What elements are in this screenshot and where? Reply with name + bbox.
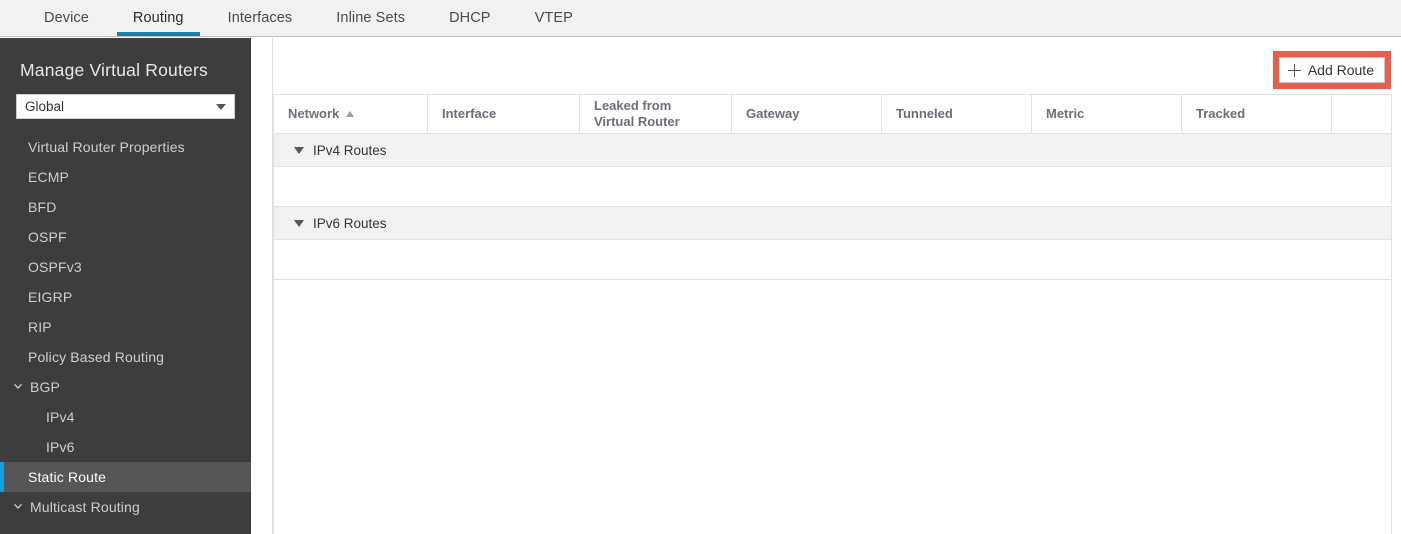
column-header-tunneled[interactable]: Tunneled <box>882 95 1032 133</box>
table-header-row: Network Interface Leaked from Virtual Rout… <box>274 95 1391 134</box>
plus-icon <box>1287 63 1301 77</box>
sidebar-item-label: OSPFv3 <box>28 259 82 275</box>
add-route-button[interactable]: Add Route <box>1278 57 1385 83</box>
sidebar-item-bfd[interactable]: BFD <box>0 192 251 222</box>
virtual-routers-sidebar: Manage Virtual Routers Global Virtual Ro… <box>0 38 251 534</box>
sidebar-item-label: Static Route <box>28 469 107 485</box>
virtual-router-select-wrapper: Global <box>16 94 235 119</box>
sidebar-item-label: RIP <box>28 319 52 335</box>
main-tab-bar: Device Routing Interfaces Inline Sets DHCP VT… <box>0 0 1401 37</box>
tab-label: Inline Sets <box>336 10 406 26</box>
tab-label: Device <box>44 10 89 26</box>
virtual-router-select-value: Global <box>25 99 65 114</box>
group-row-ipv4-routes[interactable]: IPv4 Routes <box>274 134 1391 167</box>
sidebar-item-label: Multicast Routing <box>30 499 140 515</box>
column-header-leaked-from-virtual-router[interactable]: Leaked from Virtual Router <box>580 95 732 133</box>
column-header-actions[interactable] <box>1332 95 1393 133</box>
sidebar-item-label: ECMP <box>28 169 70 185</box>
static-routes-table: Network Interface Leaked from Virtual Rout… <box>273 94 1392 280</box>
sidebar-item-label: Policy Based Routing <box>28 349 165 365</box>
column-header-label: Interface <box>442 105 497 121</box>
column-header-label: Metric <box>1046 105 1085 121</box>
column-header-label: Gateway <box>746 105 800 121</box>
tab-inline-sets[interactable]: Inline Sets <box>314 0 427 36</box>
sidebar-item-ospfv3[interactable]: OSPFv3 <box>0 252 251 282</box>
table-body: IPv4 Routes IPv6 Routes <box>274 134 1391 280</box>
tab-label: Interfaces <box>227 10 293 26</box>
column-header-label: Tunneled <box>896 105 953 121</box>
chevron-down-icon <box>12 380 28 392</box>
table-empty-area <box>273 279 1392 534</box>
tab-label: Routing <box>132 10 184 26</box>
static-route-content: Add Route Network Interface Leaked from Vi… <box>251 38 1401 534</box>
sidebar-item-rip[interactable]: RIP <box>0 312 251 342</box>
column-header-label: Leaked from Virtual Router <box>594 97 680 129</box>
column-header-label: Network <box>288 105 340 121</box>
column-header-network[interactable]: Network <box>274 95 428 133</box>
column-header-interface[interactable]: Interface <box>428 95 580 133</box>
content-toolbar: Add Route <box>1272 51 1391 89</box>
sidebar-item-multicast-routing[interactable]: Multicast Routing <box>0 492 251 522</box>
sort-ascending-icon <box>346 111 355 117</box>
add-route-highlight-callout: Add Route <box>1272 51 1391 89</box>
group-empty-row <box>274 240 1391 280</box>
tab-label: DHCP <box>449 10 491 26</box>
sidebar-title: Manage Virtual Routers <box>20 60 208 80</box>
sidebar-item-label: BFD <box>28 199 57 215</box>
group-row-label: IPv6 Routes <box>313 215 387 231</box>
sidebar-item-ecmp[interactable]: ECMP <box>0 162 251 192</box>
group-empty-row <box>274 167 1391 207</box>
sidebar-item-policy-based-routing[interactable]: Policy Based Routing <box>0 342 251 372</box>
sidebar-item-eigrp[interactable]: EIGRP <box>0 282 251 312</box>
sidebar-item-label: EIGRP <box>28 289 73 305</box>
column-header-metric[interactable]: Metric <box>1032 95 1182 133</box>
device-routing-page: Device Routing Interfaces Inline Sets DHCP VT… <box>0 0 1401 534</box>
column-header-gateway[interactable]: Gateway <box>732 95 882 133</box>
tab-dhcp[interactable]: DHCP <box>427 0 513 36</box>
sidebar-item-label: Virtual Router Properties <box>28 139 185 155</box>
tab-label: VTEP <box>534 10 573 26</box>
group-row-label: IPv4 Routes <box>313 142 387 158</box>
sidebar-item-virtual-router-properties[interactable]: Virtual Router Properties <box>0 132 251 162</box>
tab-device[interactable]: Device <box>22 0 111 36</box>
tab-interfaces[interactable]: Interfaces <box>206 0 315 36</box>
caret-down-icon <box>294 146 304 154</box>
sidebar-item-static-route[interactable]: Static Route <box>0 462 251 492</box>
sidebar-item-ipv6[interactable]: IPv6 <box>0 432 251 462</box>
group-row-ipv6-routes[interactable]: IPv6 Routes <box>274 207 1391 240</box>
sidebar-item-label: OSPF <box>28 229 67 245</box>
caret-down-icon <box>294 219 304 227</box>
add-route-button-label: Add Route <box>1307 62 1374 78</box>
sidebar-item-ipv4[interactable]: IPv4 <box>0 402 251 432</box>
sidebar-item-ospf[interactable]: OSPF <box>0 222 251 252</box>
sidebar-item-label: BGP <box>30 379 61 395</box>
tab-routing[interactable]: Routing <box>111 0 206 36</box>
sidebar-item-label: IPv6 <box>46 439 75 455</box>
sidebar-item-label: IPv4 <box>46 409 75 425</box>
virtual-router-select[interactable]: Global <box>16 94 235 119</box>
tab-vtep[interactable]: VTEP <box>513 0 595 36</box>
sidebar-nav: Virtual Router Properties ECMP BFD OSPF OSPF… <box>0 132 251 522</box>
chevron-down-icon <box>12 500 28 512</box>
column-header-label: Tracked <box>1196 105 1246 121</box>
sidebar-item-bgp[interactable]: BGP <box>0 372 251 402</box>
column-header-tracked[interactable]: Tracked <box>1182 95 1332 133</box>
